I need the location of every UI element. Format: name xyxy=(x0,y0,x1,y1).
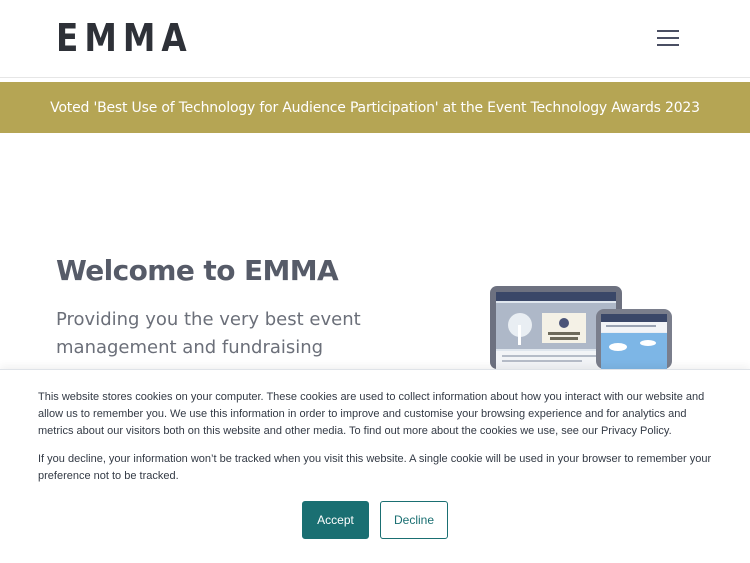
hamburger-menu-icon[interactable] xyxy=(652,26,684,52)
accept-button[interactable]: Accept xyxy=(302,501,369,539)
menu-line xyxy=(657,37,679,39)
award-banner-text: Voted 'Best Use of Technology for Audien… xyxy=(50,99,700,116)
menu-line xyxy=(657,30,679,32)
cookie-consent-banner: This website stores cookies on your comp… xyxy=(0,369,750,563)
cookie-notice-text: This website stores cookies on your comp… xyxy=(38,391,705,437)
emma-logo[interactable]: EMMA xyxy=(56,18,193,58)
award-banner: Voted 'Best Use of Technology for Audien… xyxy=(0,82,750,133)
hero-subtitle: Providing you the very best event manage… xyxy=(56,309,361,358)
cookie-decline-info-text: If you decline, your information won’t b… xyxy=(38,453,712,482)
devices-illustration xyxy=(490,286,672,369)
decline-button[interactable]: Decline xyxy=(380,501,448,539)
menu-line xyxy=(657,44,679,46)
hero-title: Welcome to EMMA xyxy=(56,254,339,287)
site-header: EMMA xyxy=(0,0,750,78)
